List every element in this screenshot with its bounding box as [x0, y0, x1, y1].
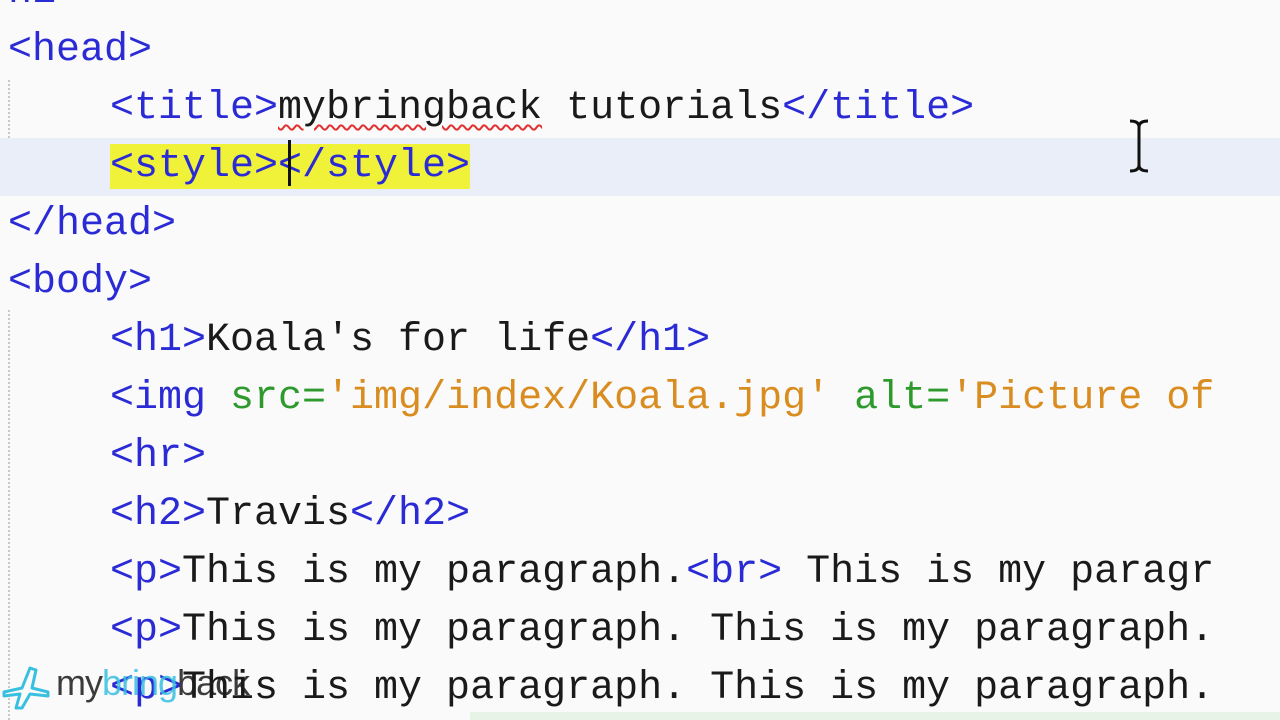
highlighted-token: <style> [110, 144, 279, 189]
code-line[interactable]: <title>mybringback tutorials</title> [0, 80, 1280, 138]
code-token: </title> [782, 86, 975, 131]
code-token: </h1> [590, 318, 711, 363]
code-token: <br> [686, 550, 783, 595]
ibeam-cursor-icon [1129, 119, 1149, 173]
code-token: <hr> [110, 434, 207, 479]
code-token: 'img/index/Koala.jpg' [326, 376, 831, 421]
watermark-suffix: back [177, 662, 250, 703]
code-line[interactable]: <p>This is my paragraph.<br> This is my … [0, 544, 1280, 602]
code-token: <h1> [110, 318, 207, 363]
watermark-logo: mybringback [0, 660, 300, 716]
code-token: <p> [110, 550, 183, 595]
code-line[interactable]: <head> [0, 22, 1280, 80]
code-line[interactable]: <p>This is my paragraph. This is my para… [0, 602, 1280, 660]
code-token: tutorials [542, 86, 783, 131]
code-token: <head> [8, 28, 153, 73]
watermark-prefix: my [56, 662, 103, 703]
code-line[interactable]: <h2>Travis</h2> [0, 486, 1280, 544]
code-token: </head> [8, 202, 177, 247]
code-token: </h2> [350, 492, 471, 537]
code-token: h1> [8, 0, 80, 15]
misspelled-word: mybringback [278, 86, 543, 131]
code-token: <img [110, 376, 231, 421]
code-token: This is my paragraph. This is my paragra… [182, 666, 1215, 711]
code-token: 'Picture of [950, 376, 1215, 421]
watermark-text: mybringback [56, 662, 250, 704]
watermark-accent: bring [102, 662, 178, 703]
code-token: <p> [110, 608, 183, 653]
code-line[interactable]: <h1>Koala's for life</h1> [0, 312, 1280, 370]
highlighted-token: </style> [278, 144, 471, 189]
code-token: <h2> [110, 492, 207, 537]
code-line[interactable]: </head> [0, 196, 1280, 254]
current-code-line[interactable]: <style></style> [0, 138, 1280, 196]
code-token: <body> [8, 260, 153, 305]
code-token: alt= [854, 376, 951, 421]
text-caret [288, 140, 291, 186]
code-token: Koala's for life [206, 318, 591, 363]
airplane-icon [2, 666, 50, 710]
code-line[interactable]: <body> [0, 254, 1280, 312]
code-token: Travis [206, 492, 351, 537]
code-token: This is my paragraph. This is my paragra… [182, 608, 1215, 653]
code-line[interactable]: h1> [0, 0, 1280, 22]
code-line[interactable]: <img src='img/index/Koala.jpg' alt='Pict… [0, 370, 1280, 428]
code-line[interactable]: <hr> [0, 428, 1280, 486]
code-token: This is my paragr [782, 550, 1215, 595]
code-token: This is my paragraph. [182, 550, 687, 595]
scrollbar-track[interactable] [470, 712, 1280, 720]
code-token: <title> [110, 86, 279, 131]
code-editor[interactable]: h1> <head> <title>mybringback tutorials<… [0, 0, 1280, 720]
code-token: src= [230, 376, 327, 421]
